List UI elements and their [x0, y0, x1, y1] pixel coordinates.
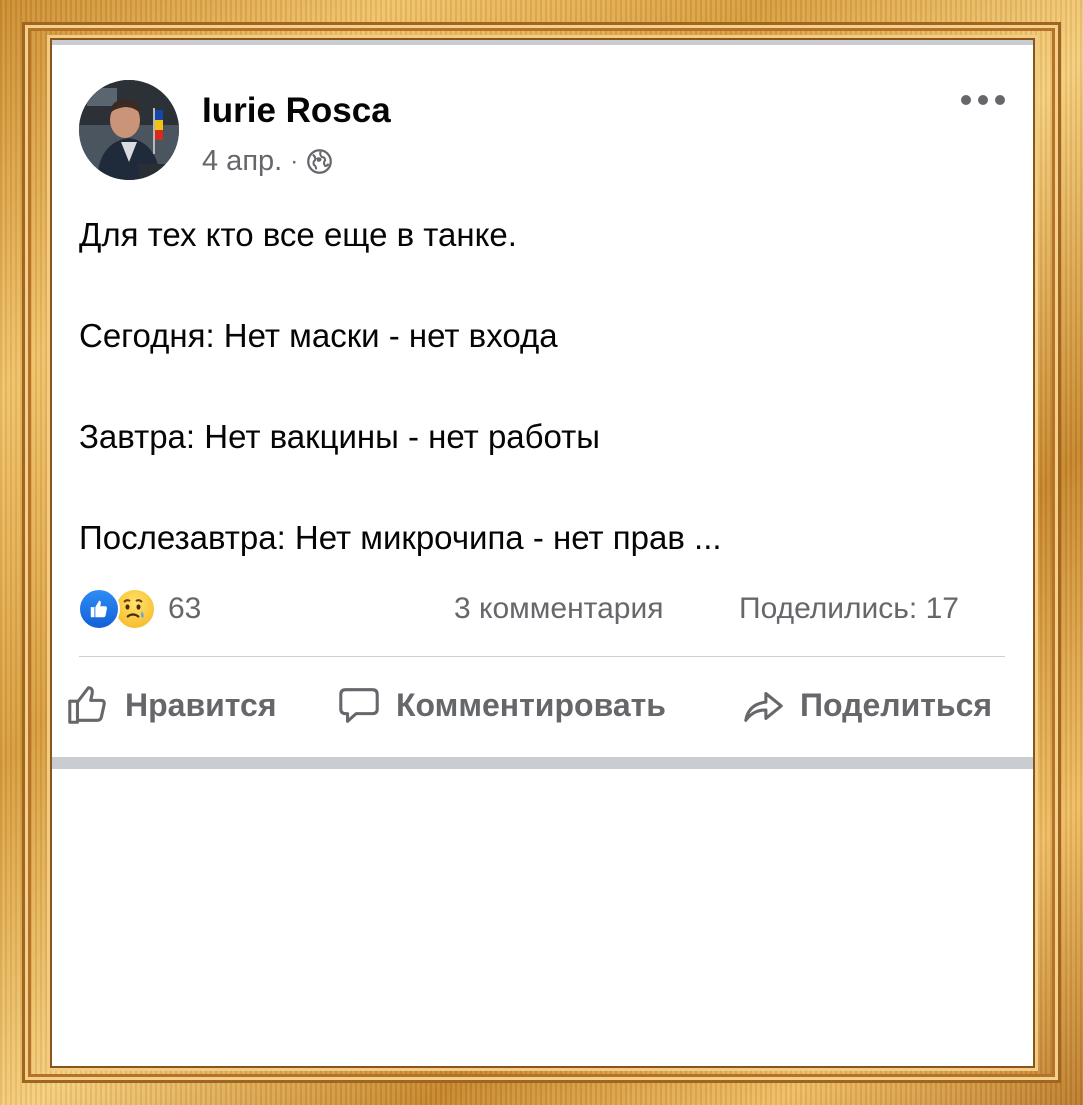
- meta-separator: ·: [290, 147, 299, 175]
- reactions-summary[interactable]: 63: [78, 588, 201, 630]
- share-button[interactable]: Поделиться: [740, 682, 992, 728]
- author-name[interactable]: Iurie Rosca: [202, 91, 391, 131]
- comments-count-link[interactable]: 3 комментария: [454, 592, 663, 626]
- post-line: Сегодня: Нет маски - нет входа: [79, 317, 558, 354]
- bottom-separator: [52, 757, 1033, 769]
- action-bar: Нравится Комментировать Поделиться: [52, 672, 1033, 752]
- more-dot: [978, 95, 988, 105]
- more-options-icon[interactable]: [961, 85, 1005, 115]
- post-card: Iurie Rosca 4 апр. · Для тех кто все еще…: [52, 45, 1033, 757]
- comment-button-label: Комментировать: [396, 686, 666, 723]
- globe-icon: [307, 149, 333, 174]
- thumb-glyph: [90, 600, 107, 618]
- speech-bubble-icon: [339, 688, 379, 723]
- post-date[interactable]: 4 апр.: [202, 145, 282, 178]
- like-button-label: Нравится: [125, 686, 277, 723]
- more-dot: [995, 95, 1005, 105]
- reactions-count: 63: [168, 592, 202, 625]
- sad-reaction-icon: [114, 588, 156, 630]
- like-reaction-icon: [78, 588, 120, 630]
- more-dot: [961, 95, 971, 105]
- post-line: Завтра: Нет вакцины - нет работы: [79, 418, 601, 455]
- like-button[interactable]: Нравится: [65, 682, 277, 728]
- share-button-label: Поделиться: [800, 686, 993, 723]
- shares-count-link[interactable]: Поделились: 17: [739, 592, 959, 626]
- avatar-photo: [79, 80, 179, 180]
- post-line: Послезавтра: Нет микрочипа - нет прав ..…: [79, 519, 722, 556]
- post-meta: 4 апр. ·: [202, 145, 333, 178]
- post-text: Для тех кто все еще в танке. Сегодня: Не…: [79, 210, 999, 564]
- comment-button[interactable]: Комментировать: [336, 682, 666, 728]
- actions-divider: [79, 656, 1005, 657]
- avatar[interactable]: [79, 80, 179, 180]
- post-line: Для тех кто все еще в танке.: [79, 216, 517, 253]
- thumbs-up-icon: [68, 686, 106, 724]
- facebook-post-screenshot: Iurie Rosca 4 апр. · Для тех кто все еще…: [52, 40, 1033, 1066]
- share-arrow-icon: [744, 691, 783, 722]
